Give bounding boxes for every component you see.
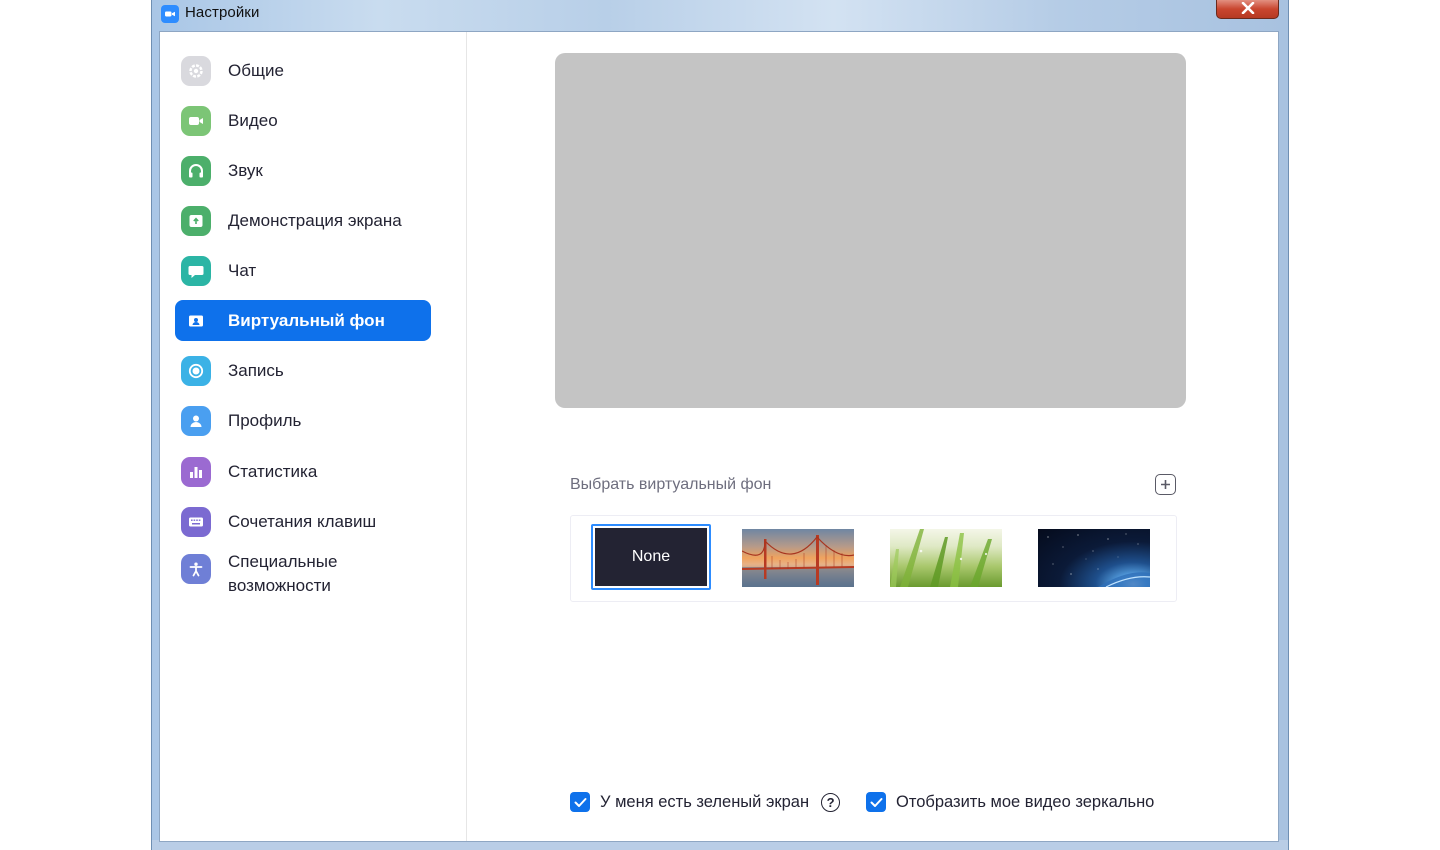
green-screen-label: У меня есть зеленый экран: [600, 792, 810, 811]
keyboard-icon: [181, 506, 211, 537]
mirror-video-label: Отобразить мое видео зеркально: [896, 792, 1155, 811]
background-thumb-grass[interactable]: [890, 529, 1002, 587]
plus-icon: [1161, 480, 1170, 489]
profile-icon: [181, 405, 211, 436]
background-thumb-none[interactable]: None: [591, 524, 711, 590]
background-thumb-label: None: [595, 528, 707, 586]
sidebar-item-recording[interactable]: Запись: [175, 350, 431, 391]
video-preview: [555, 53, 1186, 408]
sidebar-item-label: Виртуальный фон: [228, 310, 385, 330]
sidebar-item-accessibility[interactable]: Специальные возможности: [175, 544, 431, 600]
close-button[interactable]: [1216, 0, 1279, 19]
bar-chart-icon: [181, 456, 211, 487]
gear-icon: [181, 55, 211, 86]
sidebar-item-share-screen[interactable]: Демонстрация экрана: [175, 200, 431, 241]
sidebar-item-virtual-background[interactable]: Виртуальный фон: [175, 300, 431, 341]
sidebar-item-audio[interactable]: Звук: [175, 150, 431, 191]
sidebar-item-keyboard-shortcuts[interactable]: Сочетания клавиш: [175, 501, 431, 542]
help-icon[interactable]: ?: [821, 792, 841, 812]
sidebar-item-statistics[interactable]: Статистика: [175, 451, 431, 492]
accessibility-icon: [181, 554, 211, 584]
share-screen-icon: [181, 205, 211, 236]
sidebar-item-label: Специальные возможности: [228, 552, 338, 595]
video-camera-icon: [181, 105, 211, 136]
golden-gate-bridge-image: [742, 535, 854, 587]
sidebar-item-label: Общие: [228, 60, 284, 80]
chat-bubble-icon: [181, 255, 211, 286]
background-thumb-earth-space[interactable]: [1038, 529, 1150, 587]
zoom-app-icon: [161, 5, 179, 23]
checkmark-icon: [574, 797, 586, 807]
settings-dialog: Общие Видео Звук Демонстрация экрана Чат: [159, 31, 1279, 842]
sidebar-item-label: Запись: [228, 360, 284, 380]
checkmark-icon: [870, 797, 882, 807]
sidebar-item-label: Профиль: [228, 410, 302, 430]
add-background-button[interactable]: [1155, 474, 1176, 495]
green-screen-option: У меня есть зеленый экран ?: [570, 791, 841, 813]
person-card-icon: [181, 306, 211, 336]
mirror-video-option: Отобразить мое видео зеркально: [866, 791, 1154, 813]
mirror-video-checkbox[interactable]: [866, 792, 886, 812]
record-icon: [181, 355, 211, 386]
sidebar-item-label: Видео: [228, 110, 278, 130]
sidebar-item-label: Сочетания клавиш: [228, 511, 377, 531]
green-screen-checkbox[interactable]: [570, 792, 590, 812]
video-camera-icon: [165, 11, 175, 17]
settings-sidebar: Общие Видео Звук Демонстрация экрана Чат: [160, 32, 467, 841]
sidebar-item-label: Звук: [228, 160, 263, 180]
sidebar-item-label: Чат: [228, 260, 257, 280]
sidebar-item-video[interactable]: Видео: [175, 100, 431, 141]
background-thumb-golden-gate[interactable]: [742, 529, 854, 587]
sidebar-item-label: Демонстрация экрана: [228, 210, 402, 230]
sidebar-item-chat[interactable]: Чат: [175, 250, 431, 291]
grass-image: [890, 529, 992, 587]
sidebar-item-profile[interactable]: Профиль: [175, 400, 431, 441]
close-icon: [1241, 2, 1254, 14]
earth-space-image: [1047, 533, 1150, 587]
sidebar-item-label: Статистика: [228, 461, 318, 481]
choose-background-label: Выбрать виртуальный фон: [570, 476, 772, 493]
background-gallery: None: [570, 515, 1177, 602]
sidebar-item-general[interactable]: Общие: [175, 50, 431, 91]
title-bar[interactable]: Настройки: [152, 0, 1288, 28]
headphones-icon: [181, 155, 211, 186]
window-title: Настройки: [185, 4, 260, 21]
